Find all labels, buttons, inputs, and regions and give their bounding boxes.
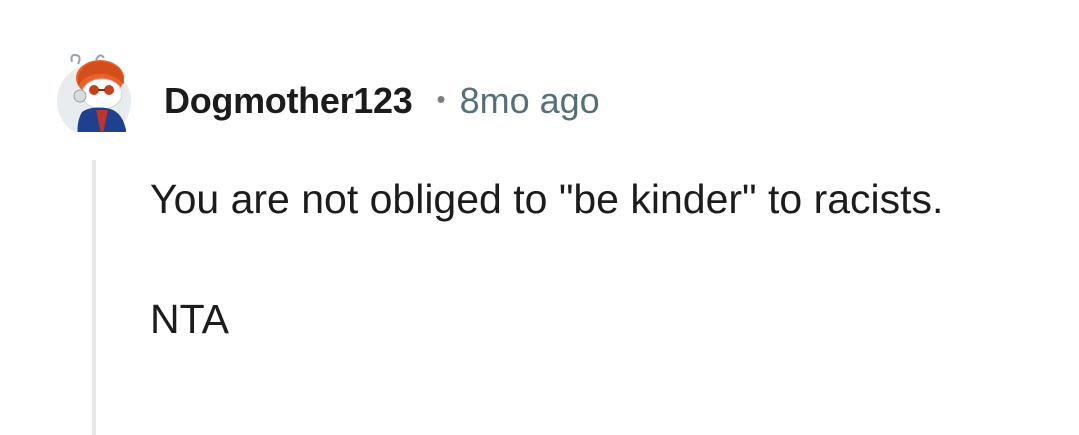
avatar[interactable] <box>56 52 136 140</box>
username[interactable]: Dogmother123 <box>164 80 413 122</box>
thread-collapse-line[interactable] <box>92 160 96 435</box>
comment-paragraph: NTA <box>150 296 229 342</box>
comment-card: Dogmother123 • 8mo ago You are not oblig… <box>0 0 1079 435</box>
comment-paragraph: You are not obliged to "be kinder" to ra… <box>150 176 944 222</box>
timestamp[interactable]: 8mo ago <box>460 80 600 122</box>
comment-header: Dogmother123 • 8mo ago <box>164 78 600 124</box>
comment-body: You are not obliged to "be kinder" to ra… <box>150 165 1010 353</box>
separator-dot: • <box>436 83 446 114</box>
snoo-avatar-icon <box>56 53 136 140</box>
